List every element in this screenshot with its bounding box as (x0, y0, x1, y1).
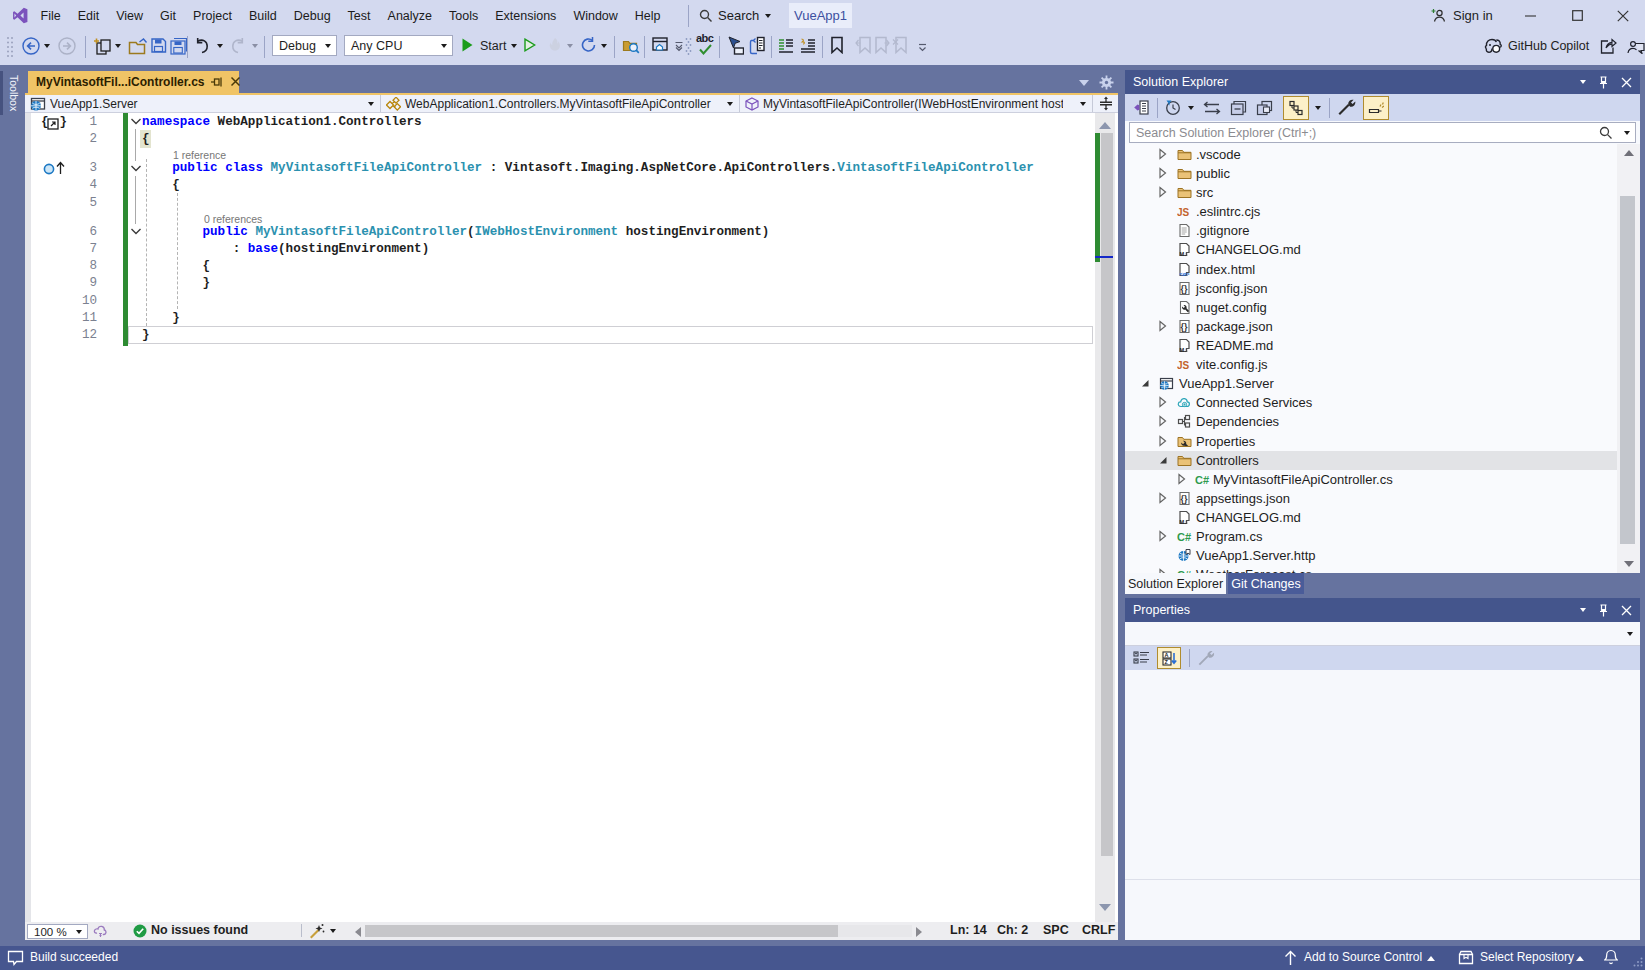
svg-text:A: A (1164, 652, 1168, 658)
